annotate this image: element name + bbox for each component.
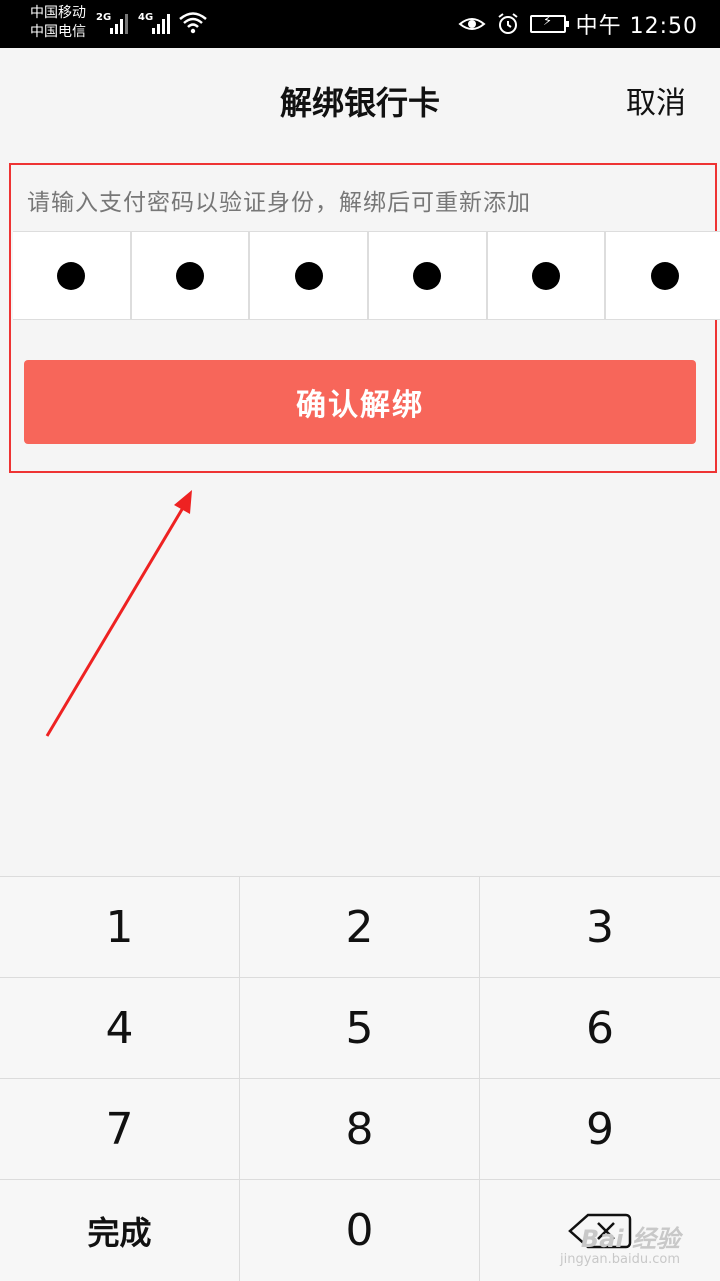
pin-cell xyxy=(369,232,488,319)
done-key[interactable]: 完成 xyxy=(0,1180,240,1281)
carrier-info: 中国移动 中国电信 xyxy=(30,4,86,42)
status-time: 中午 12:50 xyxy=(575,14,698,39)
key-0[interactable]: 0 xyxy=(240,1180,480,1281)
pin-cell xyxy=(250,232,370,319)
pin-cell xyxy=(606,232,720,319)
confirm-unbind-button[interactable]: 确认解绑 xyxy=(24,360,696,444)
alarm-icon xyxy=(497,13,518,34)
pin-cell xyxy=(488,232,607,319)
wifi-icon xyxy=(179,12,207,34)
key-4[interactable]: 4 xyxy=(0,978,240,1079)
signal-1-icon xyxy=(110,12,128,34)
key-1[interactable]: 1 xyxy=(0,877,240,978)
network-type-1: 2G xyxy=(96,12,112,23)
key-6[interactable]: 6 xyxy=(480,978,720,1079)
pin-dot xyxy=(294,261,323,290)
watermark-main: Bai 经验 xyxy=(580,1225,680,1254)
network-type-2: 4G xyxy=(138,12,154,23)
key-9[interactable]: 9 xyxy=(480,1079,720,1180)
pin-cell xyxy=(132,232,251,319)
key-7[interactable]: 7 xyxy=(0,1079,240,1180)
key-3[interactable]: 3 xyxy=(480,877,720,978)
cancel-button[interactable]: 取消 xyxy=(626,78,686,122)
carrier-primary: 中国移动 xyxy=(30,5,86,21)
pin-dot xyxy=(57,261,86,290)
eye-icon xyxy=(458,18,486,30)
status-bar: 中国移动 中国电信 2G 4G ⚡ 中午 12:50 xyxy=(0,0,720,48)
pin-dot xyxy=(413,261,442,290)
page-title: 解绑银行卡 xyxy=(279,84,440,122)
pin-input[interactable] xyxy=(13,231,720,320)
pin-dot xyxy=(176,261,204,290)
pin-cell xyxy=(13,232,132,319)
pin-dot xyxy=(532,261,561,290)
key-5[interactable]: 5 xyxy=(240,978,480,1079)
watermark-url: jingyan.baidu.com xyxy=(560,1251,680,1267)
status-right-group: ⚡ 中午 12:50 xyxy=(458,0,698,48)
key-2[interactable]: 2 xyxy=(240,877,480,978)
battery-charging-icon: ⚡ xyxy=(529,14,569,33)
watermark: Bai 经验 jingyan.baidu.com xyxy=(560,1226,680,1267)
numeric-keypad: 1 2 3 4 5 6 7 8 9 完成 0 Bai 经验 jingyan.ba… xyxy=(0,876,720,1281)
pin-dot xyxy=(650,261,679,290)
password-verify-panel: 请输入支付密码以验证身份，解绑后可重新添加 确认解绑 xyxy=(9,163,720,473)
password-hint: 请输入支付密码以验证身份，解绑后可重新添加 xyxy=(27,190,531,216)
page-header: 解绑银行卡 取消 xyxy=(0,48,720,152)
key-8[interactable]: 8 xyxy=(240,1079,480,1180)
signal-2-icon xyxy=(152,12,170,34)
carrier-secondary: 中国电信 xyxy=(30,24,86,40)
